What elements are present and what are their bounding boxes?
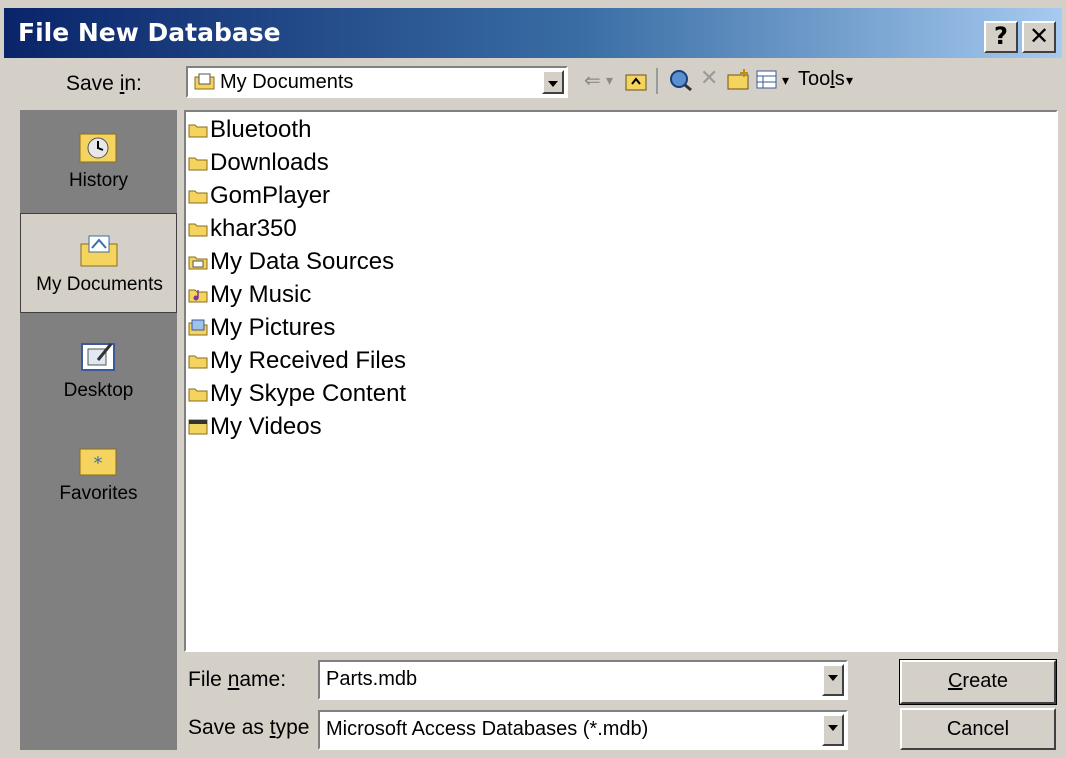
music-folder-icon [188,289,208,303]
favorites-icon: * [79,448,117,476]
file-name-value: Parts.mdb [326,668,418,690]
place-my-documents[interactable]: My Documents [20,213,177,313]
back-icon[interactable]: ⇐ [584,68,601,93]
folder-icon [188,388,208,402]
file-name: My Data Sources [210,248,395,275]
file-name-input[interactable]: Parts.mdb [318,660,848,700]
save-in-value: My Documents [220,71,354,93]
file-name: My Videos [210,413,322,440]
title-bar[interactable]: File New Database ? ✕ [4,8,1062,58]
file-name-dropdown-button[interactable] [822,664,844,696]
toolbar-separator [656,68,658,94]
save-in-dropdown-button[interactable] [542,70,564,94]
search-web-icon[interactable] [668,68,694,92]
folder-icon [188,124,208,138]
place-label: Favorites [59,483,138,504]
folder-icon [188,355,208,369]
views-dropdown-icon[interactable]: ▾ [782,72,789,89]
place-label: My Documents [36,274,163,295]
my-documents-small-icon [194,73,215,90]
file-name-label: File name: [188,668,287,691]
file-new-database-dialog: File New Database ? ✕ Save in: My Docume… [0,0,1066,758]
back-dropdown-icon[interactable]: ▾ [606,72,613,89]
file-name: Bluetooth [210,116,312,143]
place-history[interactable]: History [20,110,177,210]
file-name: khar350 [210,215,297,242]
tools-menu[interactable]: Tools [798,68,845,91]
help-button[interactable]: ? [984,21,1018,53]
file-name: My Received Files [210,347,407,374]
pictures-folder-icon [188,319,208,336]
file-name: My Music [210,281,312,308]
save-as-type-dropdown-button[interactable] [822,714,844,746]
save-as-type-label: Save as type [188,716,310,739]
place-desktop[interactable]: Desktop [20,320,177,420]
save-in-label: Save in: [66,72,142,95]
place-label: Desktop [63,380,134,401]
cancel-button[interactable]: Cancel [900,708,1056,750]
up-one-level-icon[interactable] [624,70,648,92]
create-button[interactable]: Create [899,659,1057,705]
tools-dropdown-icon[interactable]: ▾ [846,72,853,89]
save-as-type-value: Microsoft Access Databases (*.mdb) [326,718,649,740]
file-list[interactable]: Bluetooth Downloads GomPlayer khar350 My… [184,110,1058,652]
folder-icon [188,190,208,204]
create-new-folder-icon[interactable] [726,68,752,92]
dialog-title: File New Database [18,18,281,47]
data-sources-folder-icon [188,256,208,270]
videos-folder-icon [188,419,208,435]
views-icon[interactable] [756,70,778,90]
file-name: Downloads [210,149,329,176]
close-button[interactable]: ✕ [1022,21,1056,53]
places-bar: History My Documents Desktop * Favorites [20,110,177,750]
desktop-icon [81,343,115,371]
my-documents-icon [80,235,118,267]
folder-icon [188,157,208,171]
folder-icon [188,223,208,237]
svg-text:*: * [94,453,103,474]
save-in-combobox[interactable]: My Documents [186,66,568,98]
file-name: My Skype Content [210,380,407,407]
place-favorites[interactable]: * Favorites [20,423,177,523]
file-name: GomPlayer [210,182,331,209]
save-as-type-select[interactable]: Microsoft Access Databases (*.mdb) [318,710,848,750]
file-name: My Pictures [210,314,336,341]
delete-icon[interactable]: ✕ [700,65,718,91]
place-label: History [68,170,129,191]
history-icon [79,133,117,163]
